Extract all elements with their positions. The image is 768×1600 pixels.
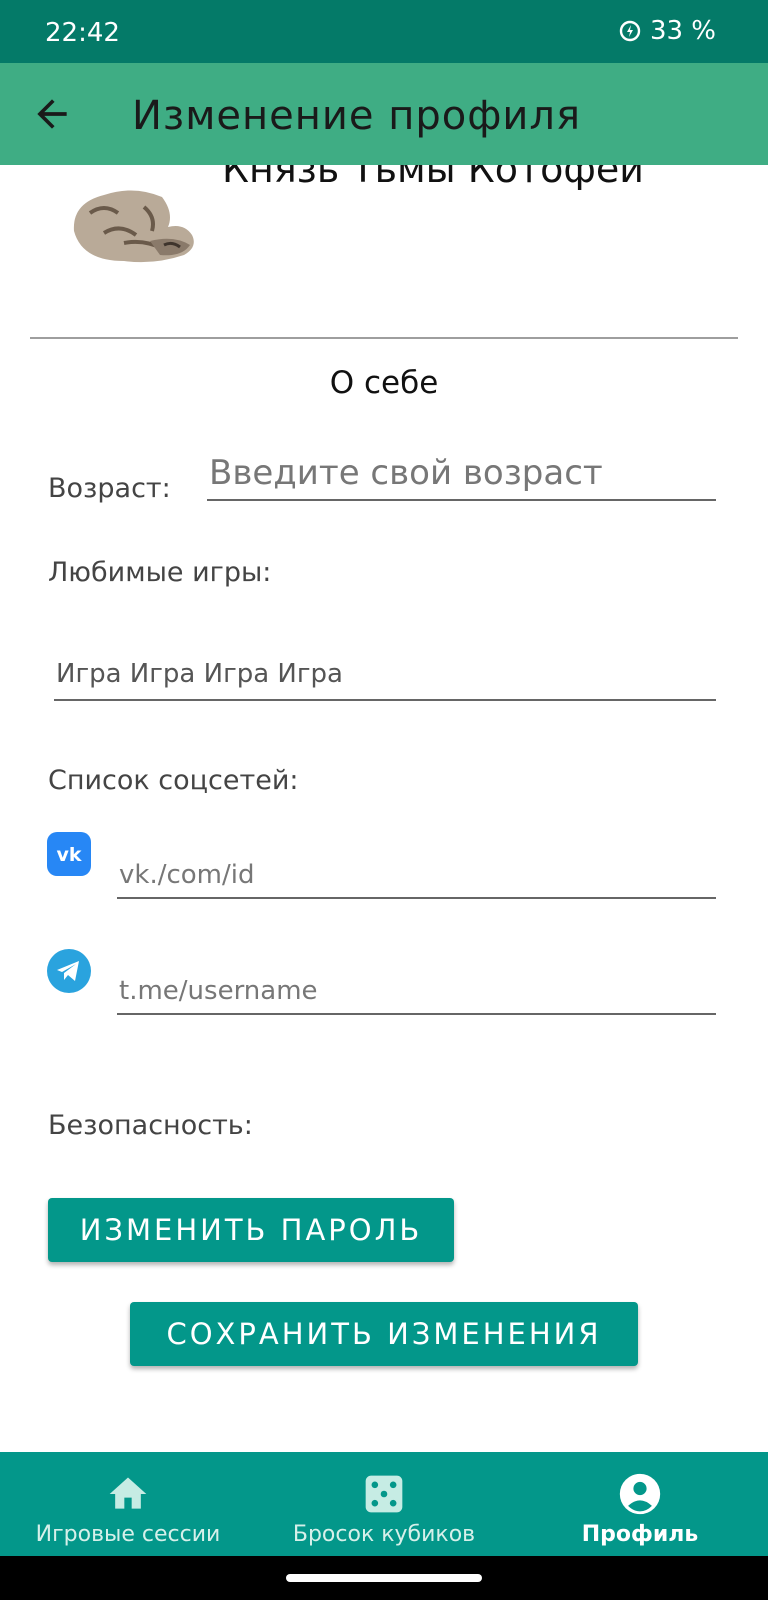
security-label: Безопасность: <box>48 1110 253 1141</box>
status-time: 22:42 <box>45 18 120 48</box>
about-section-title: О себе <box>329 365 439 401</box>
battery-saver-icon <box>619 20 641 42</box>
change-password-button[interactable]: ИЗМЕНИТЬ ПАРОЛЬ <box>48 1198 454 1262</box>
save-changes-button[interactable]: СОХРАНИТЬ ИЗМЕНЕНИЯ <box>130 1302 638 1366</box>
dice-icon <box>365 1475 403 1513</box>
status-bar: 22:42 33 % <box>0 0 768 63</box>
nav-item-dice-roll[interactable]: Бросок кубиков <box>256 1452 512 1556</box>
vk-icon: vk <box>47 832 91 876</box>
favorite-games-input[interactable] <box>54 649 716 701</box>
nav-item-game-sessions[interactable]: Игровые сессии <box>0 1452 256 1556</box>
telegram-icon <box>47 949 91 993</box>
nav-label-profile: Профиль <box>581 1522 699 1547</box>
vk-input[interactable] <box>117 853 716 899</box>
social-list-label: Список соцсетей: <box>48 765 299 796</box>
status-right: 33 % <box>618 16 716 46</box>
telegram-input[interactable] <box>117 969 716 1015</box>
profile-icon <box>619 1473 661 1515</box>
bottom-navigation: Игровые сессии Бросок кубиков Профиль <box>0 1452 768 1556</box>
page-title: Изменение профиля <box>132 93 582 139</box>
nav-label-game-sessions: Игровые сессии <box>35 1522 221 1547</box>
profile-name: Князь Тьмы Котофей <box>222 165 644 191</box>
app-bar: Изменение профиля <box>0 63 768 165</box>
age-label: Возраст: <box>48 473 171 504</box>
arrow-left-icon[interactable] <box>30 92 74 136</box>
profile-edit-content[interactable]: Князь Тьмы Котофей О себе Возраст: Любим… <box>0 165 768 1452</box>
avatar[interactable] <box>64 183 198 263</box>
home-gesture-pill[interactable] <box>286 1574 482 1582</box>
battery-percent: 33 % <box>649 16 716 46</box>
age-input[interactable] <box>207 447 716 501</box>
nav-label-dice-roll: Бросок кубиков <box>292 1522 476 1547</box>
home-icon <box>109 1477 147 1509</box>
divider <box>30 337 738 339</box>
nav-item-profile[interactable]: Профиль <box>512 1452 768 1556</box>
system-gesture-bar <box>0 1556 768 1600</box>
favorite-games-label: Любимые игры: <box>48 557 272 588</box>
svg-text:vk: vk <box>56 844 81 866</box>
